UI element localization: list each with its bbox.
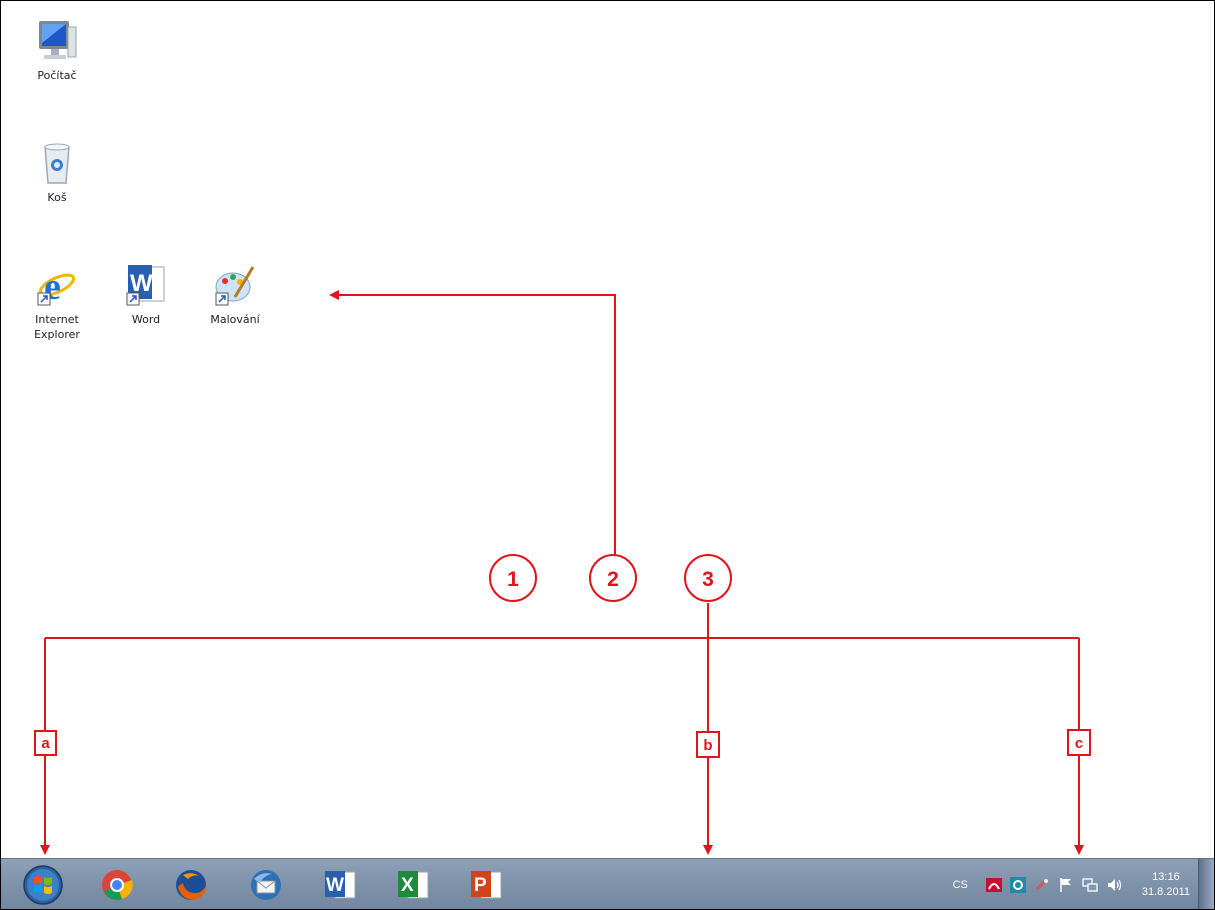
start-button[interactable] bbox=[20, 864, 66, 906]
flag-icon bbox=[1060, 877, 1071, 892]
label-a: a bbox=[34, 730, 57, 756]
powerpoint-icon: P bbox=[471, 871, 502, 899]
system-tray: CS 13:16 31.8.2011 bbox=[953, 859, 1190, 909]
svg-text:3: 3 bbox=[702, 568, 714, 591]
taskbar-word[interactable]: W bbox=[317, 864, 363, 906]
svg-text:b: b bbox=[703, 737, 712, 754]
chrome-icon bbox=[102, 870, 133, 900]
taskbar-excel[interactable]: X bbox=[390, 864, 436, 906]
firefox-icon bbox=[176, 870, 206, 900]
svg-text:P: P bbox=[474, 875, 487, 896]
tray-network[interactable] bbox=[1082, 877, 1098, 893]
svg-text:c: c bbox=[1075, 735, 1083, 752]
taskbar-powerpoint[interactable]: P bbox=[463, 864, 509, 906]
callout-2: 2 bbox=[589, 554, 637, 602]
network-icon bbox=[1082, 877, 1098, 892]
tray-action-center[interactable] bbox=[1058, 877, 1074, 893]
show-desktop-button[interactable] bbox=[1198, 859, 1214, 909]
tray-bluetooth[interactable] bbox=[1034, 877, 1050, 893]
thunderbird-icon bbox=[251, 870, 281, 900]
clock-date: 31.8.2011 bbox=[1141, 885, 1190, 898]
excel-icon: X bbox=[398, 871, 429, 899]
svg-text:W: W bbox=[326, 875, 344, 896]
taskbar: W X P CS 13:16 31.8.2011 bbox=[1, 858, 1214, 909]
callout-1: 1 bbox=[489, 554, 537, 602]
acrobat-icon bbox=[985, 877, 1002, 892]
svg-text:1: 1 bbox=[507, 568, 519, 591]
svg-text:a: a bbox=[41, 735, 50, 752]
bluetooth-icon bbox=[1035, 878, 1048, 890]
tray-volume[interactable] bbox=[1106, 877, 1124, 893]
tray-sync[interactable] bbox=[1009, 876, 1026, 893]
callout-2-arrow bbox=[329, 290, 616, 557]
tray-acrobat[interactable] bbox=[985, 877, 1002, 893]
annotation-overlay: 1 2 3 a b c bbox=[34, 290, 1091, 855]
taskbar-thunderbird[interactable] bbox=[243, 864, 289, 906]
desktop: Počítač Koš e Internet Explorer W Word M… bbox=[0, 0, 1215, 910]
sync-icon bbox=[1009, 876, 1026, 893]
label-b: b bbox=[696, 731, 720, 758]
windows-start-icon bbox=[23, 865, 63, 905]
svg-text:2: 2 bbox=[607, 568, 619, 591]
volume-icon bbox=[1107, 878, 1121, 891]
word-icon: W bbox=[325, 871, 356, 899]
svg-text:X: X bbox=[401, 875, 414, 896]
callout-3: 3 bbox=[684, 554, 732, 602]
clock[interactable]: 13:16 31.8.2011 bbox=[1142, 870, 1190, 900]
taskbar-chrome[interactable] bbox=[94, 864, 140, 906]
taskbar-firefox[interactable] bbox=[168, 864, 214, 906]
label-c: c bbox=[1067, 729, 1091, 756]
clock-time: 13:16 bbox=[1152, 870, 1180, 883]
language-indicator[interactable]: CS bbox=[953, 879, 968, 891]
